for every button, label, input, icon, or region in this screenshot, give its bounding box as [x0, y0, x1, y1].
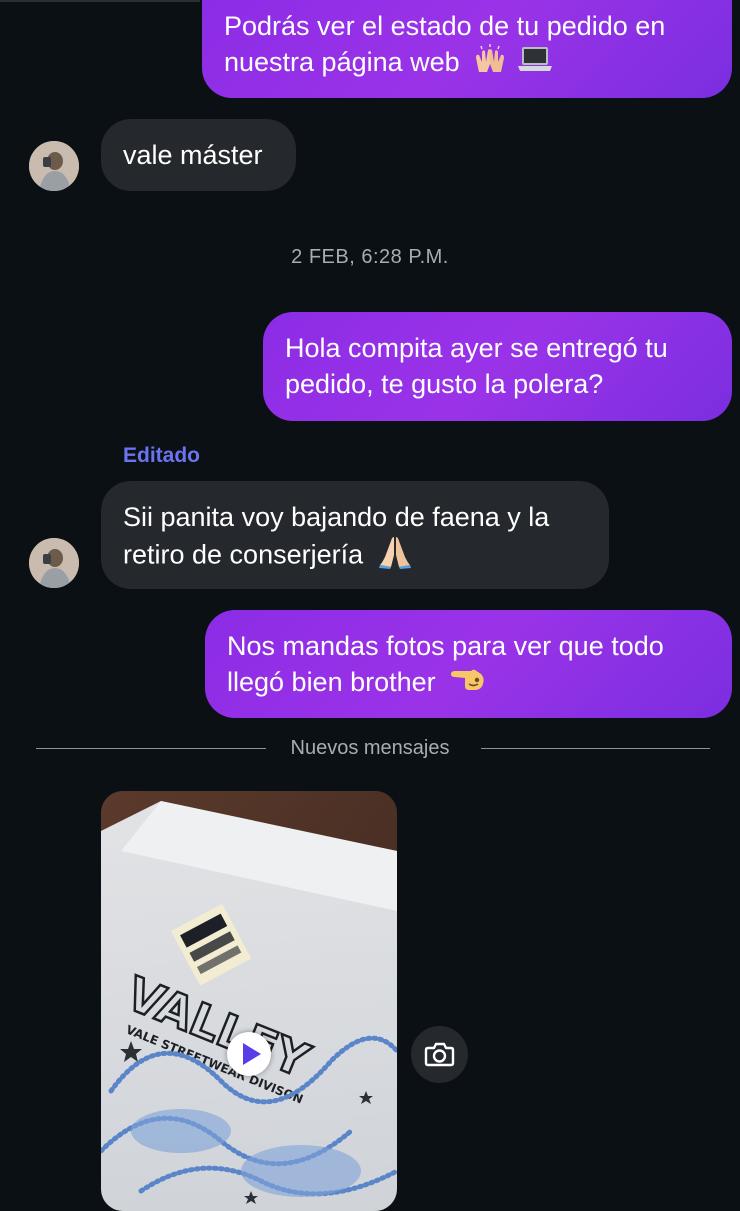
edited-label: Editado	[123, 444, 200, 467]
camera-icon	[424, 1042, 455, 1067]
camera-button[interactable]	[411, 1026, 468, 1083]
folded-hands-icon	[377, 535, 413, 578]
message-text: Podrás ver el estado de tu pedido en nue…	[224, 11, 666, 77]
new-messages-divider-right	[481, 748, 710, 749]
message-timestamp: 2 FEB, 6:28 P.M.	[291, 246, 449, 268]
video-message-thumbnail[interactable]: VALLEY VALE STREETWEAR DIVISON	[101, 791, 397, 1211]
outgoing-message[interactable]: Nos mandas fotos para ver que todo llegó…	[205, 610, 732, 718]
contact-avatar[interactable]	[29, 538, 79, 588]
incoming-message[interactable]: Sii panita voy bajando de faena y la ret…	[101, 481, 609, 589]
message-text: Sii panita voy bajando de faena y la ret…	[123, 502, 550, 570]
message-text: Hola compita ayer se entregó tu pedido, …	[285, 333, 668, 399]
raising-hands-icon	[473, 44, 507, 83]
incoming-message[interactable]: vale máster	[101, 119, 296, 191]
play-button[interactable]	[227, 1032, 271, 1076]
top-separator	[0, 0, 200, 2]
pointing-hand-icon	[449, 664, 487, 703]
contact-avatar[interactable]	[29, 141, 79, 191]
play-icon	[243, 1043, 261, 1065]
outgoing-message[interactable]: Podrás ver el estado de tu pedido en nue…	[202, 0, 732, 98]
outgoing-message[interactable]: Hola compita ayer se entregó tu pedido, …	[263, 312, 732, 421]
message-text: vale máster	[123, 140, 263, 170]
message-text: Nos mandas fotos para ver que todo llegó…	[227, 631, 664, 697]
laptop-icon	[517, 44, 553, 83]
